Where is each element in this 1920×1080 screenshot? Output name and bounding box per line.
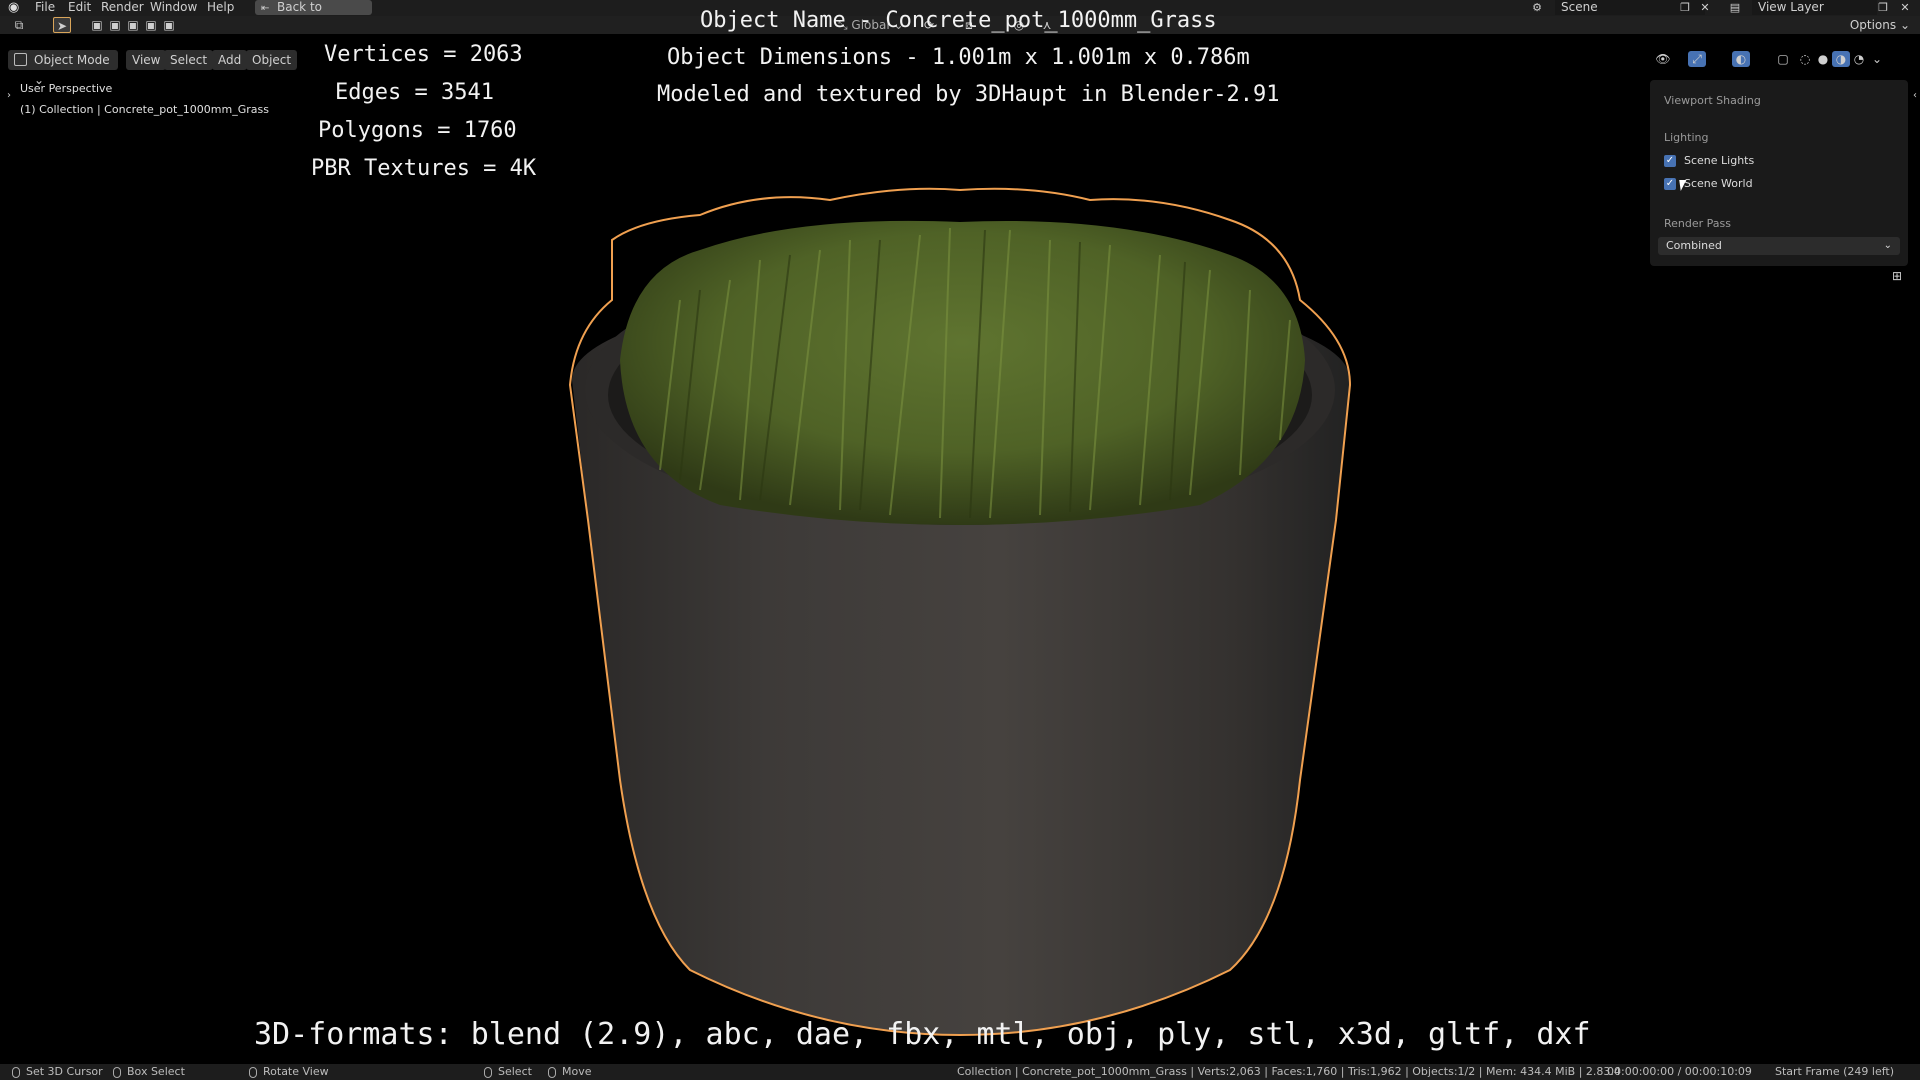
mouse-cursor-icon	[1679, 180, 1688, 191]
menu-render[interactable]: Render	[101, 0, 144, 15]
new-scene-icon[interactable]: ❐	[1676, 0, 1694, 15]
scene-world-checkbox[interactable]: ✓	[1664, 178, 1676, 190]
menu-object[interactable]: Object	[246, 50, 298, 70]
object-mode-dropdown[interactable]: Object Mode ⌄	[8, 50, 118, 87]
polygons-overlay: Polygons = 1760	[318, 118, 517, 143]
box-select-label: Box Select	[127, 1065, 185, 1078]
formats-overlay: 3D-formats: blend (2.9), abc, dae, fbx, …	[254, 1017, 1591, 1052]
mode-label: Object Mode	[34, 53, 110, 67]
options-label: Options	[1849, 18, 1897, 32]
editor-type-icon[interactable]: ⧉	[10, 17, 28, 33]
mouse-left-icon	[12, 1066, 20, 1078]
delete-view-layer-icon[interactable]: ✕	[1896, 0, 1914, 15]
object-name-overlay: Object Name - Concrete_pot_1000mm_Grass	[700, 8, 1217, 33]
viewport-shading-panel: Viewport Shading Lighting ✓ Scene Lights…	[1650, 80, 1908, 266]
menu-add[interactable]: Add	[212, 50, 248, 70]
scene-lights-checkbox[interactable]: ✓	[1664, 155, 1676, 167]
vertices-overlay: Vertices = 2063	[324, 42, 523, 67]
material-shading-icon[interactable]: ◑	[1832, 51, 1850, 67]
chevron-down-icon: ⌄	[1883, 240, 1892, 251]
scene-lights-label: Scene Lights	[1684, 154, 1755, 167]
shading-dropdown-icon[interactable]: ⌄	[1868, 51, 1886, 67]
menu-edit[interactable]: Edit	[68, 0, 91, 15]
select-mode-extend-icon[interactable]: ▣	[106, 17, 124, 33]
status-move: Move	[548, 1064, 592, 1080]
visibility-icon[interactable]: 👁	[1654, 51, 1672, 67]
back-to-previous-button[interactable]: ⇤ Back to Previous	[255, 0, 372, 29]
status-box-select: Box Select	[113, 1064, 185, 1080]
sidebar-toggle-icon[interactable]: ‹	[1906, 88, 1920, 104]
textures-overlay: PBR Textures = 4K	[311, 156, 537, 181]
mouse-right-icon	[484, 1066, 492, 1078]
new-view-layer-icon[interactable]: ❐	[1874, 0, 1892, 15]
object-mode-icon	[14, 53, 27, 66]
menu-window[interactable]: Window	[150, 0, 197, 15]
menu-help[interactable]: Help	[207, 0, 234, 15]
viewport-collection-label: (1) Collection | Concrete_pot_1000mm_Gra…	[20, 103, 269, 116]
render-pass-label: Render Pass	[1664, 217, 1731, 230]
status-time: 00:00:00:00 / 00:00:10:09	[1607, 1065, 1752, 1078]
menu-select[interactable]: Select	[164, 50, 214, 70]
select-mode-new-icon[interactable]: ▣	[88, 17, 106, 33]
rotate-view-label: Rotate View	[263, 1065, 329, 1078]
toolbar-toggle-icon[interactable]: ›	[0, 88, 18, 104]
viewport-scene[interactable]	[0, 0, 1920, 1080]
status-set-cursor: Set 3D Cursor	[12, 1064, 103, 1080]
status-stats: Collection | Concrete_pot_1000mm_Grass |…	[957, 1065, 1621, 1078]
solid-shading-icon[interactable]: ●	[1814, 51, 1832, 67]
view-layer-selector[interactable]: View Layer	[1752, 0, 1877, 15]
gizmo-icon[interactable]: ⤢	[1688, 51, 1706, 67]
status-bar: Set 3D Cursor Box Select Rotate View Sel…	[0, 1064, 1920, 1080]
select-mode-subtract-icon[interactable]: ▣	[124, 17, 142, 33]
dimensions-overlay: Object Dimensions - 1.001m x 1.001m x 0.…	[667, 45, 1250, 70]
mouse-middle-icon	[249, 1066, 257, 1078]
back-icon: ⇤	[261, 3, 270, 14]
lighting-section-label: Lighting	[1664, 131, 1709, 144]
xray-icon[interactable]: ▢	[1774, 51, 1792, 67]
select-mode-intersect-icon[interactable]: ▣	[160, 17, 178, 33]
blender-logo-icon[interactable]: ◉	[8, 0, 26, 16]
menu-file[interactable]: File	[35, 0, 55, 15]
select-mode-invert-icon[interactable]: ▣	[142, 17, 160, 33]
move-label: Move	[562, 1065, 592, 1078]
view-layer-icon[interactable]: ▤	[1726, 0, 1744, 15]
status-select: Select	[484, 1064, 532, 1080]
select-tool-icon[interactable]: ➤	[53, 17, 71, 33]
delete-scene-icon[interactable]: ✕	[1696, 0, 1714, 15]
set-cursor-label: Set 3D Cursor	[26, 1065, 103, 1078]
options-dropdown[interactable]: Options ⌄	[1850, 17, 1910, 33]
grass	[620, 220, 1305, 526]
rendered-shading-icon[interactable]: ◔	[1850, 51, 1868, 67]
select-label: Select	[498, 1065, 532, 1078]
menu-view[interactable]: View	[126, 50, 167, 70]
viewport-display-icons: 👁 ⤢ ◐ ▢ ◌ ● ◑ ◔ ⌄	[1648, 50, 1920, 70]
mouse-drag-icon	[113, 1066, 121, 1078]
render-pass-dropdown[interactable]: Combined ⌄	[1658, 237, 1900, 255]
scene-icon[interactable]: ⚙	[1528, 0, 1546, 15]
edges-overlay: Edges = 3541	[335, 80, 494, 105]
viewport-perspective-label: User Perspective	[20, 82, 113, 95]
credits-overlay: Modeled and textured by 3DHaupt in Blend…	[657, 82, 1280, 107]
status-rotate-view: Rotate View	[249, 1064, 329, 1080]
mouse-drag-right-icon	[548, 1066, 556, 1078]
scene-world-label: Scene World	[1684, 177, 1753, 190]
render-pass-value: Combined	[1666, 239, 1722, 252]
grid-icon[interactable]: ⊞	[1888, 268, 1906, 284]
overlays-icon[interactable]: ◐	[1732, 51, 1750, 67]
shading-panel-title: Viewport Shading	[1664, 94, 1761, 107]
status-start-frame: Start Frame (249 left)	[1775, 1065, 1895, 1078]
wireframe-shading-icon[interactable]: ◌	[1796, 51, 1814, 67]
